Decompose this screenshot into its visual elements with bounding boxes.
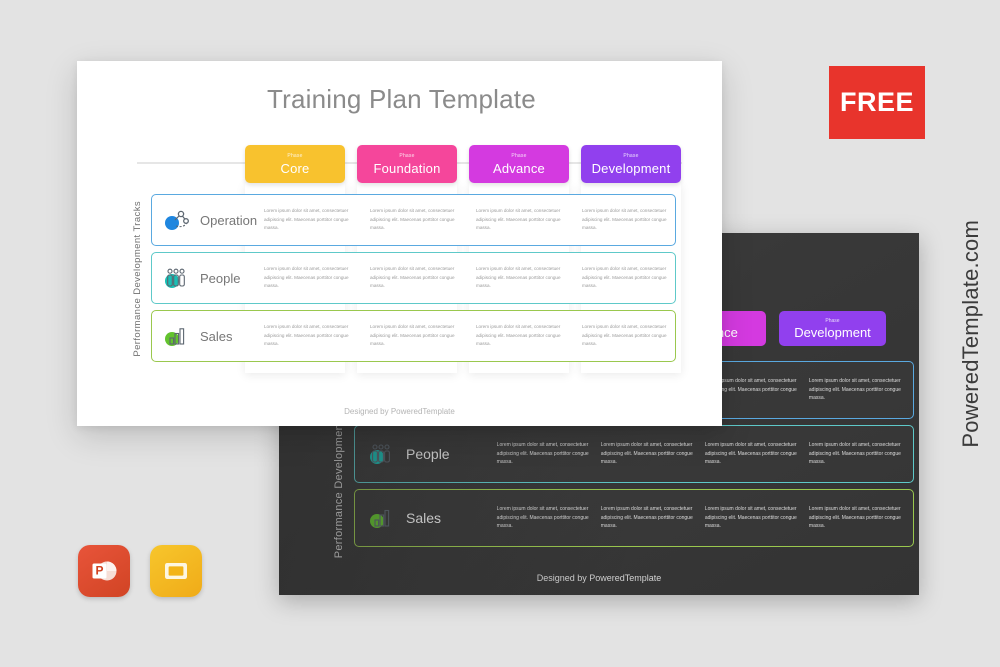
- phase-card-advance[interactable]: Phase Advance: [469, 145, 569, 183]
- table-row[interactable]: Sales Lorem ipsum dolor sit amet, consec…: [151, 310, 676, 362]
- phase-name-label: Foundation: [373, 160, 441, 176]
- table-cell: Lorem ipsum dolor sit amet, consectetuer…: [476, 324, 561, 347]
- row-name: People: [200, 270, 241, 286]
- dark-table-row[interactable]: People Lorem ipsum dolor sit amet, conse…: [354, 425, 914, 483]
- dark-table-cell: Lorem ipsum dolor sit amet, consectetuer…: [808, 505, 901, 530]
- light-slide-preview[interactable]: Training Plan Template Performance Devel…: [77, 61, 722, 426]
- svg-text:P: P: [95, 563, 103, 577]
- phase-prefix-label: Phase: [511, 152, 527, 159]
- dark-phase-name: Development: [794, 324, 871, 340]
- table-row[interactable]: Operation Lorem ipsum dolor sit amet, co…: [151, 194, 676, 246]
- phase-name-label: Core: [280, 160, 310, 176]
- table-cell: Lorem ipsum dolor sit amet, consectetuer…: [370, 324, 455, 347]
- people-group-icon: [164, 267, 190, 289]
- phase-card-development[interactable]: Phase Development: [581, 145, 681, 183]
- dark-phase-prefix: Phase: [825, 317, 840, 324]
- dark-table-cell: Lorem ipsum dolor sit amet, consectetuer…: [496, 505, 589, 530]
- table-cell: Lorem ipsum dolor sit amet, consectetuer…: [264, 266, 349, 289]
- table-cell: Lorem ipsum dolor sit amet, consectetuer…: [370, 266, 455, 289]
- dark-row-name: Sales: [406, 510, 442, 526]
- free-badge-label: FREE: [839, 87, 914, 117]
- dark-phase-card-development[interactable]: Phase Development: [779, 311, 886, 346]
- slide-credit: Designed by PoweredTemplate: [344, 407, 455, 416]
- bar-chart-icon: [369, 507, 395, 529]
- dark-table-cell: Lorem ipsum dolor sit amet, consectetuer…: [808, 441, 901, 466]
- track-rows: Operation Lorem ipsum dolor sit amet, co…: [151, 194, 676, 368]
- dark-table-cell: Lorem ipsum dolor sit amet, consectetuer…: [808, 377, 901, 402]
- table-cell: Lorem ipsum dolor sit amet, consectetuer…: [476, 208, 561, 231]
- dark-row-name: People: [406, 446, 450, 462]
- page-title: Training Plan Template: [267, 84, 536, 114]
- dark-table-cell: Lorem ipsum dolor sit amet, consectetuer…: [704, 441, 797, 466]
- dark-row-label: Sales: [355, 507, 497, 529]
- table-cell: Lorem ipsum dolor sit amet, consectetuer…: [264, 208, 349, 231]
- table-cell: Lorem ipsum dolor sit amet, consectetuer…: [582, 324, 667, 347]
- free-badge: FREE: [829, 66, 925, 139]
- table-row[interactable]: People Lorem ipsum dolor sit amet, conse…: [151, 252, 676, 304]
- table-cell: Lorem ipsum dolor sit amet, consectetuer…: [264, 324, 349, 347]
- row-name: Sales: [200, 328, 233, 344]
- table-cell: Lorem ipsum dolor sit amet, consectetuer…: [582, 266, 667, 289]
- phase-name-label: Development: [591, 160, 671, 176]
- dark-table-row[interactable]: Sales Lorem ipsum dolor sit amet, consec…: [354, 489, 914, 547]
- table-cell: Lorem ipsum dolor sit amet, consectetuer…: [476, 266, 561, 289]
- site-watermark: PoweredTemplate.com: [944, 0, 998, 667]
- phase-card-core[interactable]: Phase Core: [245, 145, 345, 183]
- row-label-operation: Operation: [152, 209, 264, 231]
- watermark-text: PoweredTemplate.com: [958, 219, 983, 448]
- phase-prefix-label: Phase: [287, 152, 303, 159]
- vertical-axis-label: Performance Development Tracks: [132, 201, 143, 357]
- table-cell: Lorem ipsum dolor sit amet, consectetuer…: [582, 208, 667, 231]
- people-group-icon: [369, 443, 395, 465]
- phase-prefix-label: Phase: [399, 152, 415, 159]
- row-label-people: People: [152, 267, 264, 289]
- dark-table-cell: Lorem ipsum dolor sit amet, consectetuer…: [704, 505, 797, 530]
- table-cell: Lorem ipsum dolor sit amet, consectetuer…: [370, 208, 455, 231]
- dark-table-cell: Lorem ipsum dolor sit amet, consectetuer…: [496, 441, 589, 466]
- phase-prefix-label: Phase: [623, 152, 639, 159]
- row-name: Operation: [200, 212, 258, 228]
- dark-table-cell: Lorem ipsum dolor sit amet, consectetuer…: [600, 441, 693, 466]
- bar-chart-icon: [164, 325, 190, 347]
- network-nodes-icon: [164, 209, 190, 231]
- dark-table-cell: Lorem ipsum dolor sit amet, consectetuer…: [600, 505, 693, 530]
- phase-header-row: Phase Core Phase Foundation Phase Advanc…: [245, 145, 681, 183]
- dark-slide-credit: Designed by PoweredTemplate: [536, 573, 662, 583]
- phase-card-foundation[interactable]: Phase Foundation: [357, 145, 457, 183]
- dark-row-label: People: [355, 443, 497, 465]
- powerpoint-icon[interactable]: P: [78, 545, 130, 597]
- google-slides-icon[interactable]: [150, 545, 202, 597]
- phase-name-label: Advance: [493, 160, 545, 176]
- format-icons: P: [78, 545, 202, 597]
- row-label-sales: Sales: [152, 325, 264, 347]
